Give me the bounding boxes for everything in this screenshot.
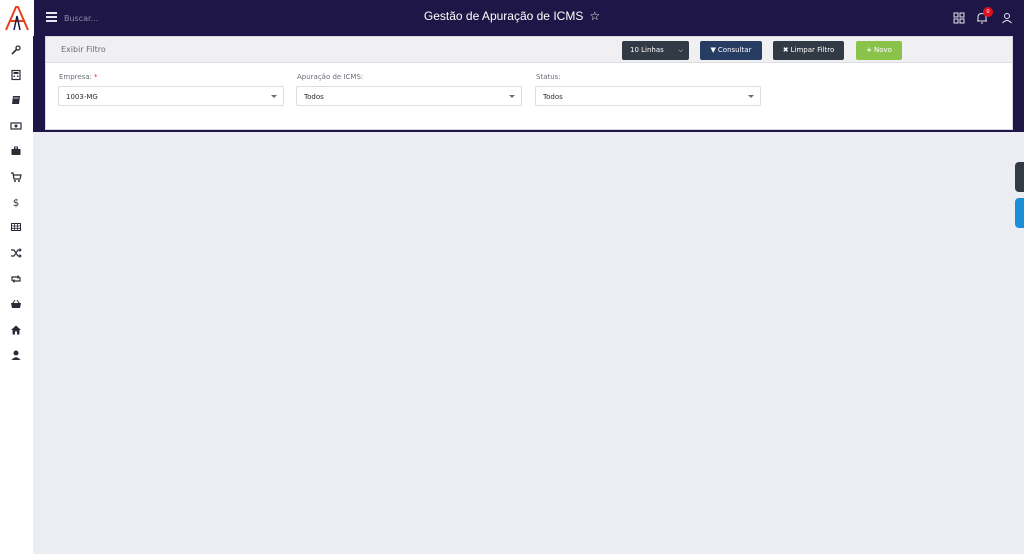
sidebar-item-tools[interactable] (10, 44, 22, 56)
favorite-star-icon[interactable]: ☆ (589, 9, 600, 23)
right-edge-tab-blue[interactable] (1015, 198, 1024, 228)
filter-card-header: Exibir Filtro 10 Linhas ⌵ ▼ Consultar ✖ Li… (46, 37, 1012, 63)
caret-down-icon (509, 95, 515, 98)
filter-card: Exibir Filtro 10 Linhas ⌵ ▼ Consultar ✖ Li… (45, 36, 1013, 130)
novo-button[interactable]: + Novo (856, 41, 902, 60)
limpar-filtro-label: Limpar Filtro (790, 46, 835, 54)
consultar-label: Consultar (717, 46, 752, 54)
sidebar: $ (0, 36, 33, 554)
right-edge-tab-dark[interactable] (1015, 162, 1024, 192)
dollar-icon: $ (13, 198, 19, 208)
limpar-filtro-button[interactable]: ✖ Limpar Filtro (773, 41, 844, 60)
sidebar-item-cart[interactable] (10, 171, 22, 183)
wrench-icon (11, 45, 21, 55)
sidebar-item-shuffle[interactable] (10, 247, 22, 259)
top-bar: Gestão de Apuração de ICMS ☆ 0 (0, 0, 1024, 36)
empresa-label: Empresa: * (59, 73, 98, 81)
apuracao-label: Apuração de ICMS: (297, 73, 363, 81)
book-icon (12, 96, 20, 104)
sidebar-item-table[interactable] (10, 221, 22, 233)
cart-icon (11, 172, 22, 182)
page-size-label: 10 Linhas (630, 46, 664, 54)
basket-icon (11, 299, 21, 308)
app-logo[interactable] (0, 0, 34, 36)
apuracao-select-value: Todos (304, 93, 324, 101)
user-profile-icon[interactable] (1000, 11, 1014, 25)
chevron-down-icon: ⌵ (678, 47, 683, 54)
empresa-select-value: 1003-MG (66, 93, 98, 101)
calculator-icon (11, 69, 21, 81)
status-select[interactable]: Todos (535, 86, 761, 106)
sidebar-item-user[interactable] (10, 349, 22, 361)
page-title-text: Gestão de Apuração de ICMS (423, 9, 584, 23)
empresa-select[interactable]: 1003-MG (58, 86, 284, 106)
sidebar-item-home[interactable] (10, 324, 22, 336)
logo-icon (5, 6, 29, 31)
user-icon (11, 350, 21, 360)
retweet-icon (11, 275, 21, 283)
eraser-icon: ✖ (782, 46, 789, 54)
status-label: Status: (536, 73, 561, 81)
filter-toggle-label[interactable]: Exibir Filtro (61, 45, 106, 54)
svg-text:$: $ (13, 198, 19, 208)
caret-down-icon (748, 95, 754, 98)
plus-icon: + (866, 46, 872, 54)
sidebar-item-calculator[interactable] (10, 69, 22, 81)
sidebar-item-money[interactable] (10, 120, 22, 132)
apps-grid-icon[interactable] (952, 11, 966, 25)
search-input[interactable] (64, 9, 264, 27)
briefcase-icon (11, 146, 21, 155)
page-size-select[interactable]: 10 Linhas ⌵ (622, 41, 689, 60)
shuffle-icon (11, 248, 22, 258)
filter-icon: ▼ (710, 46, 716, 54)
status-label-text: Status: (536, 73, 561, 81)
sidebar-item-retweet[interactable] (10, 273, 22, 285)
status-select-value: Todos (543, 93, 563, 101)
sidebar-item-finance[interactable]: $ (10, 196, 22, 208)
caret-down-icon (271, 95, 277, 98)
apuracao-select[interactable]: Todos (296, 86, 522, 106)
required-mark: * (94, 73, 98, 81)
table-icon (11, 223, 21, 231)
home-icon (11, 325, 21, 335)
consultar-button[interactable]: ▼ Consultar (700, 41, 762, 60)
sidebar-item-basket[interactable] (10, 298, 22, 310)
sidebar-item-book[interactable] (10, 94, 22, 106)
notification-badge: 0 (983, 7, 993, 17)
novo-label: Novo (873, 46, 892, 54)
sidebar-item-briefcase[interactable] (10, 145, 22, 157)
money-icon (10, 122, 22, 130)
apuracao-label-text: Apuração de ICMS: (297, 73, 364, 81)
hamburger-menu-icon[interactable] (46, 12, 57, 22)
empresa-label-text: Empresa: (59, 73, 93, 81)
